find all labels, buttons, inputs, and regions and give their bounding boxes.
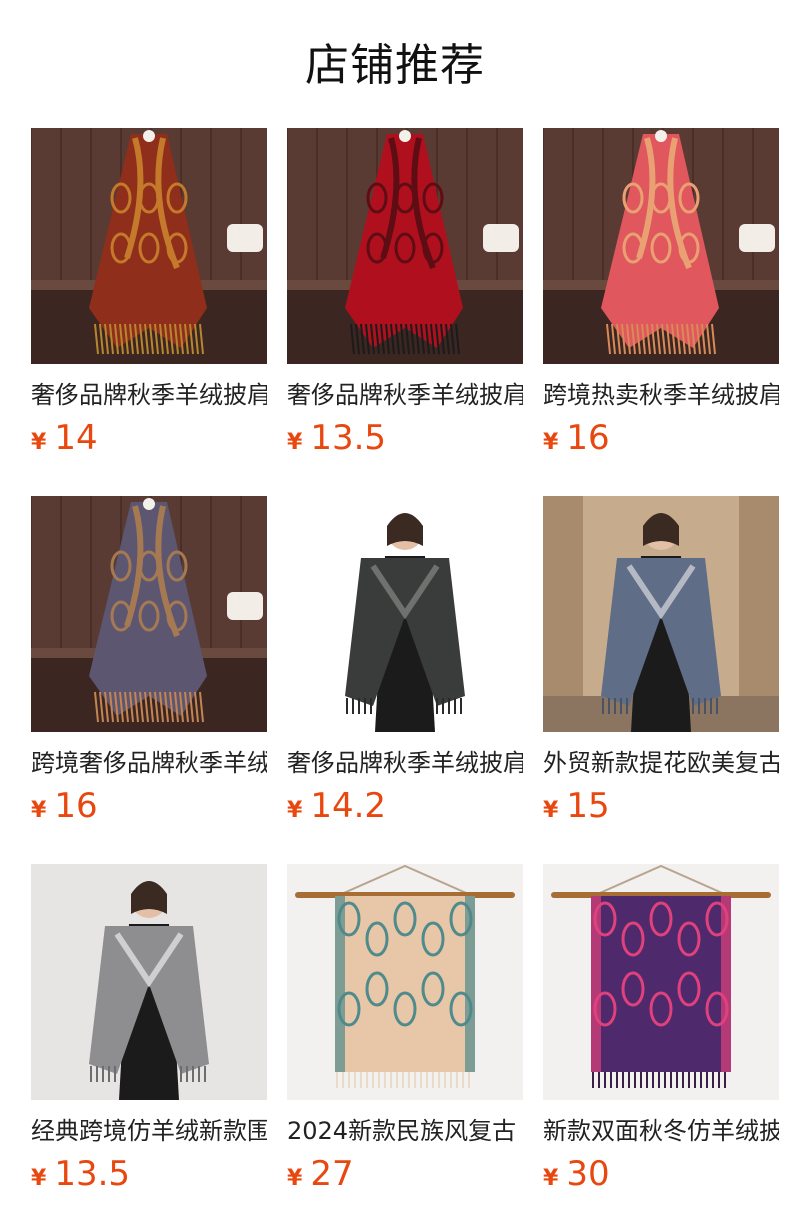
model-silver-scarf-photo xyxy=(31,864,267,1100)
currency-symbol: ¥ xyxy=(287,1166,303,1191)
product-image[interactable] xyxy=(31,496,267,732)
model-black-shawl-photo xyxy=(287,496,523,732)
currency-symbol: ¥ xyxy=(31,798,47,823)
hanging-beige-paisley-shawl-photo xyxy=(287,864,523,1100)
price-value: 15 xyxy=(566,786,610,826)
product-card[interactable]: 新款双面秋冬仿羊绒披肩 ¥30 xyxy=(543,864,779,1194)
price-value: 16 xyxy=(54,786,98,826)
product-image[interactable] xyxy=(31,128,267,364)
price-value: 16 xyxy=(566,418,610,458)
currency-symbol: ¥ xyxy=(287,430,303,455)
product-name[interactable]: 跨境热卖秋季羊绒披肩 xyxy=(543,378,779,412)
product-card[interactable]: 跨境奢侈品牌秋季羊绒 ¥16 xyxy=(31,496,267,826)
product-image[interactable] xyxy=(31,864,267,1100)
product-price: ¥16 xyxy=(543,416,779,460)
product-name[interactable]: 2024新款民族风复古 xyxy=(287,1114,523,1148)
product-image[interactable] xyxy=(287,864,523,1100)
currency-symbol: ¥ xyxy=(543,430,559,455)
product-price: ¥30 xyxy=(543,1152,779,1196)
product-grid: 奢侈品牌秋季羊绒披肩 ¥14 奢侈品牌秋季羊绒披肩 ¥13.5 跨境热卖秋季羊绒… xyxy=(31,128,779,1194)
product-image[interactable] xyxy=(543,128,779,364)
product-price: ¥27 xyxy=(287,1152,523,1196)
currency-symbol: ¥ xyxy=(543,1166,559,1191)
product-name[interactable]: 外贸新款提花欧美复古 xyxy=(543,746,779,780)
currency-symbol: ¥ xyxy=(31,430,47,455)
currency-symbol: ¥ xyxy=(31,1166,47,1191)
product-image[interactable] xyxy=(543,496,779,732)
product-name[interactable]: 跨境奢侈品牌秋季羊绒 xyxy=(31,746,267,780)
price-value: 27 xyxy=(310,1154,354,1194)
product-card[interactable]: 奢侈品牌秋季羊绒披肩 ¥14.2 xyxy=(287,496,523,826)
product-card[interactable]: 奢侈品牌秋季羊绒披肩 ¥14 xyxy=(31,128,267,458)
product-price: ¥16 xyxy=(31,784,267,828)
product-image[interactable] xyxy=(543,864,779,1100)
product-card[interactable]: 外贸新款提花欧美复古 ¥15 xyxy=(543,496,779,826)
section-title: 店铺推荐 xyxy=(305,40,485,91)
price-value: 13.5 xyxy=(54,1154,131,1194)
product-name[interactable]: 新款双面秋冬仿羊绒披肩 xyxy=(543,1114,779,1148)
coral-paisley-shawl-photo xyxy=(543,128,779,364)
product-price: ¥13.5 xyxy=(31,1152,267,1196)
product-name[interactable]: 经典跨境仿羊绒新款围巾 xyxy=(31,1114,267,1148)
recommendation-page: 店铺推荐 奢侈品牌秋季羊绒披肩 ¥14 奢侈品牌秋季羊绒披肩 ¥13.5 跨境热… xyxy=(0,0,790,1232)
product-image[interactable] xyxy=(287,496,523,732)
product-price: ¥13.5 xyxy=(287,416,523,460)
hanging-magenta-paisley-shawl-photo xyxy=(543,864,779,1100)
product-card[interactable]: 经典跨境仿羊绒新款围巾 ¥13.5 xyxy=(31,864,267,1194)
product-image[interactable] xyxy=(287,128,523,364)
product-price: ¥14.2 xyxy=(287,784,523,828)
product-name[interactable]: 奢侈品牌秋季羊绒披肩 xyxy=(287,746,523,780)
product-name[interactable]: 奢侈品牌秋季羊绒披肩 xyxy=(287,378,523,412)
price-value: 30 xyxy=(566,1154,610,1194)
product-price: ¥14 xyxy=(31,416,267,460)
currency-symbol: ¥ xyxy=(543,798,559,823)
price-value: 13.5 xyxy=(310,418,387,458)
price-value: 14 xyxy=(54,418,98,458)
product-card[interactable]: 跨境热卖秋季羊绒披肩 ¥16 xyxy=(543,128,779,458)
price-value: 14.2 xyxy=(310,786,387,826)
product-card[interactable]: 2024新款民族风复古 ¥27 xyxy=(287,864,523,1194)
currency-symbol: ¥ xyxy=(287,798,303,823)
product-card[interactable]: 奢侈品牌秋季羊绒披肩 ¥13.5 xyxy=(287,128,523,458)
purple-paisley-shawl-photo xyxy=(31,496,267,732)
red-paisley-shawl-photo xyxy=(31,128,267,364)
product-price: ¥15 xyxy=(543,784,779,828)
product-name[interactable]: 奢侈品牌秋季羊绒披肩 xyxy=(31,378,267,412)
crimson-rose-shawl-photo xyxy=(287,128,523,364)
model-gray-paisley-shawl-photo xyxy=(543,496,779,732)
